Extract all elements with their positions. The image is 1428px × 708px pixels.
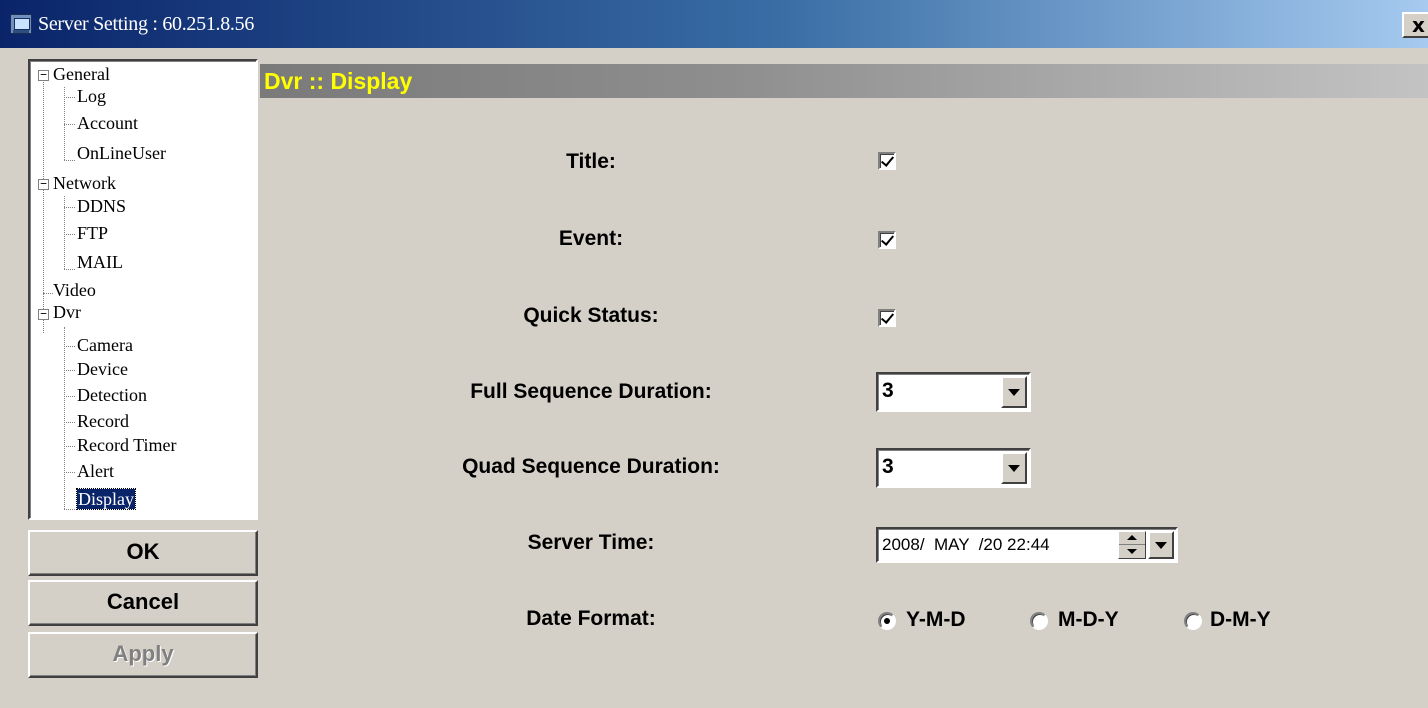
tree-connector (64, 207, 75, 208)
dropdown-arrow-icon[interactable] (1001, 376, 1027, 408)
quick-status-checkbox[interactable] (878, 309, 896, 327)
tree-item-record-timer[interactable]: Record Timer (77, 434, 177, 456)
radio-dmy[interactable] (1184, 612, 1202, 630)
event-checkbox[interactable] (878, 231, 896, 249)
monitor-icon (10, 14, 32, 34)
tree-item-display[interactable]: Display (76, 488, 136, 510)
close-button[interactable]: x (1402, 12, 1428, 38)
event-label: Event: (558, 227, 624, 250)
tree-item-general[interactable]: General (53, 63, 110, 85)
quick-status-label: Quick Status: (523, 304, 659, 327)
title-bar[interactable]: Server Setting : 60.251.8.56 (0, 0, 1428, 50)
title-checkbox[interactable] (878, 152, 896, 170)
radio-mdy[interactable] (1030, 612, 1048, 630)
tree-item-log[interactable]: Log (77, 85, 106, 107)
cancel-button[interactable]: Cancel (28, 580, 258, 626)
server-time-label: Server Time: (527, 531, 655, 554)
tree-item-ftp[interactable]: FTP (77, 222, 108, 244)
apply-button[interactable]: Apply (28, 632, 258, 678)
window-title: Server Setting : 60.251.8.56 (38, 13, 255, 35)
settings-tree[interactable]: − General Log Account OnLineUser − Netwo… (28, 59, 258, 520)
tree-connector (64, 446, 75, 447)
quad-sequence-select[interactable]: 3 (876, 448, 1031, 488)
collapse-icon[interactable]: − (38, 178, 49, 190)
date-format-label: Date Format: (526, 607, 656, 630)
tree-connector (64, 97, 75, 98)
tree-item-record[interactable]: Record (77, 410, 129, 432)
spin-down-icon[interactable] (1119, 545, 1145, 558)
full-sequence-select[interactable]: 3 (876, 372, 1031, 412)
tree-connector (64, 160, 75, 161)
panel-header: Dvr :: Display (260, 64, 1428, 98)
tree-connector (64, 422, 75, 423)
spin-up-icon[interactable] (1119, 532, 1145, 545)
tree-connector (64, 346, 75, 347)
collapse-icon[interactable]: − (38, 69, 49, 81)
dropdown-arrow-icon[interactable] (1001, 452, 1027, 484)
tree-connector (43, 293, 53, 294)
radio-ymd-label[interactable]: Y-M-D (906, 608, 966, 632)
full-sequence-label: Full Sequence Duration: (470, 380, 712, 403)
tree-item-mail[interactable]: MAIL (77, 251, 123, 273)
tree-connector (64, 124, 75, 125)
time-spinner[interactable] (1118, 531, 1146, 559)
collapse-icon[interactable]: − (38, 308, 49, 320)
full-sequence-value: 3 (882, 379, 894, 402)
radio-mdy-label[interactable]: M-D-Y (1058, 608, 1119, 632)
radio-ymd[interactable] (878, 612, 896, 630)
quad-sequence-label: Quad Sequence Duration: (462, 455, 720, 478)
tree-item-device[interactable]: Device (77, 358, 128, 380)
title-label: Title: (566, 150, 616, 173)
tree-connector (64, 327, 65, 509)
tree-item-ddns[interactable]: DDNS (77, 195, 126, 217)
tree-connector (64, 234, 75, 235)
tree-item-alert[interactable]: Alert (77, 460, 114, 482)
tree-connector (64, 269, 75, 270)
tree-item-onlineuser[interactable]: OnLineUser (77, 142, 166, 164)
server-time-value: 2008/ MAY /20 22:44 (882, 535, 1050, 554)
tree-connector (64, 370, 75, 371)
tree-connector (64, 396, 75, 397)
tree-connector (43, 77, 44, 333)
tree-item-video[interactable]: Video (53, 279, 96, 301)
quad-sequence-value: 3 (882, 455, 894, 478)
close-icon: x (1412, 13, 1425, 37)
tree-connector (64, 472, 75, 473)
tree-item-camera[interactable]: Camera (77, 334, 133, 356)
server-time-picker[interactable]: 2008/ MAY /20 22:44 (876, 527, 1178, 563)
radio-dmy-label[interactable]: D-M-Y (1210, 608, 1271, 632)
tree-connector (64, 509, 75, 510)
tree-item-detection[interactable]: Detection (77, 384, 147, 406)
ok-button[interactable]: OK (28, 530, 258, 576)
tree-item-dvr[interactable]: Dvr (53, 301, 81, 323)
calendar-dropdown-icon[interactable] (1148, 531, 1174, 559)
tree-item-network[interactable]: Network (53, 172, 116, 194)
tree-item-account[interactable]: Account (77, 112, 138, 134)
